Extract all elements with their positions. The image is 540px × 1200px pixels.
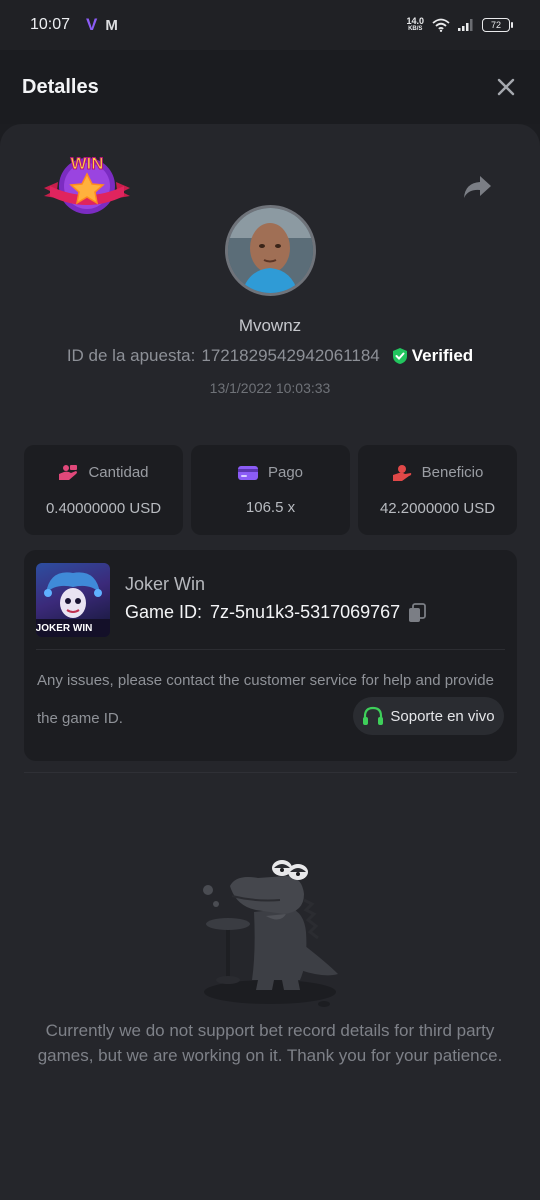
avatar-image [228,208,313,293]
game-id-label: Game ID: [125,602,203,622]
network-speed-value: 14.0 [406,16,424,26]
app-v-icon: V [86,15,98,34]
status-bar: 10:07 V M 14.0 KB/S 72 [0,0,540,50]
header: Detalles [0,50,540,124]
avatar [225,205,316,296]
profit-hand-icon [392,464,411,481]
win-badge-icon: WIN [44,154,130,214]
section-divider [24,772,517,773]
live-support-button[interactable]: Soporte en vivo [353,697,504,735]
joker-thumbnail-art: JOKER WIN [36,572,110,637]
stat-amount-value: 0.40000000 USD [45,499,162,517]
stat-profit: Beneficio 42.2000000 USD [358,445,517,535]
game-panel: JOKER WIN Joker Win Game ID: 7z-5nu1k3-5… [24,550,517,761]
game-name: Joker Win [125,574,206,594]
divider [36,649,505,650]
status-time: 10:07 [30,16,71,33]
status-indicators: 14.0 KB/S 72 [406,17,513,33]
stat-payout-label: Pago [267,464,304,481]
stat-amount: Cantidad 0.40000000 USD [24,445,183,535]
username: Mvownz [238,316,302,335]
crocodile-illustration [203,860,338,1007]
game-id-value: 7z-5nu1k3-5317069767 [210,602,401,622]
copy-icon[interactable] [408,602,427,623]
stat-amount-label: Cantidad [88,464,149,481]
live-support-label: Soporte en vivo [390,707,495,725]
stat-payout: Pago 106.5 x [191,445,350,535]
stat-payout-value: 106.5 x [245,499,296,516]
stat-payout-head: Pago [237,464,304,481]
game-id-row: Game ID: 7z-5nu1k3-5317069767 [125,602,427,623]
stat-profit-value: 42.2000000 USD [379,499,496,517]
app-m-icon: M [105,16,118,34]
shield-check-icon [392,348,407,364]
stat-profit-head: Beneficio [392,464,484,482]
close-icon-glyph [497,78,515,96]
battery-icon: 72 [482,18,513,32]
win-badge-text: WIN [70,154,103,173]
share-icon[interactable] [462,174,492,200]
game-thumbnail[interactable]: JOKER WIN [36,563,110,637]
game-thumbnail-text: JOKER WIN [36,623,92,634]
wifi-icon [432,18,450,32]
signal-icon [458,19,473,31]
bet-id-label: ID de la apuesta: [66,346,196,365]
stat-profit-label: Beneficio [421,464,484,481]
network-speed: 14.0 KB/S [406,17,424,33]
headset-icon [363,706,384,725]
verified-label: Verified [411,346,474,365]
bet-id-value: 1721829542942061184 [201,346,380,365]
bet-timestamp: 13/1/2022 10:03:33 [209,380,331,396]
page-title: Detalles [22,75,99,98]
close-icon[interactable] [494,75,518,99]
bet-id-row: ID de la apuesta: 1721829542942061184 Ve… [0,346,540,366]
stat-amount-head: Cantidad [58,464,149,482]
unsupported-notice: Currently we do not support bet record d… [37,1021,503,1065]
details-card: WIN Mvownz ID de la apuesta: 17218295429… [0,124,540,1200]
card-icon [237,465,258,480]
verified-badge: Verified [392,346,473,366]
money-hand-icon [59,464,78,480]
network-speed-unit: KB/S [408,26,423,32]
stats-row: Cantidad 0.40000000 USD Pago 106.5 x Ben… [24,445,517,535]
